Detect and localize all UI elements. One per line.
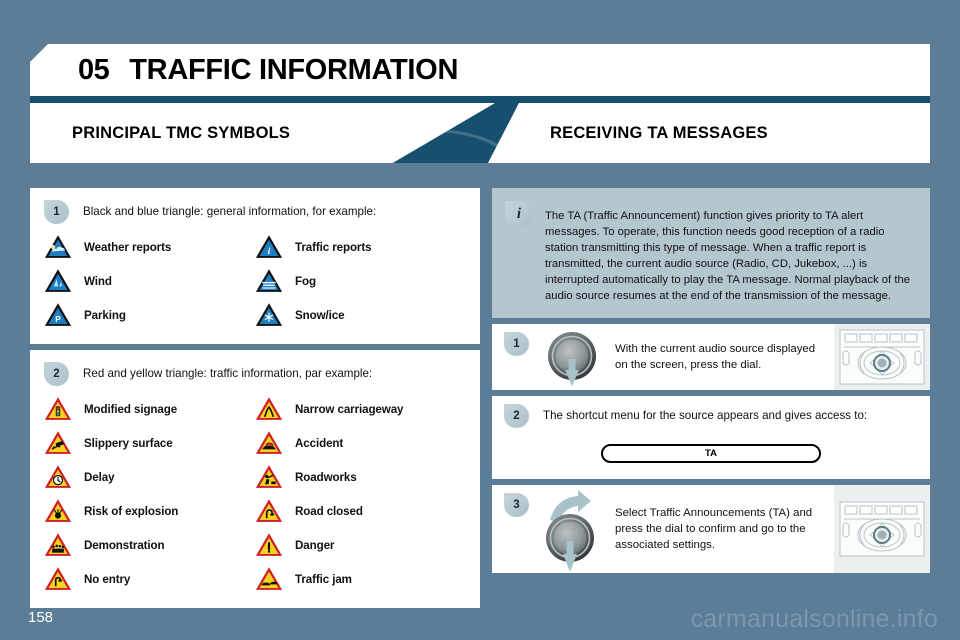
blue-group-lead-text: Black and blue triangle: general informa… (83, 205, 377, 218)
step-3-text: Select Traffic Announcements (TA) and pr… (615, 506, 813, 552)
ta-menu-button[interactable]: TA (601, 444, 821, 464)
left-section-heading: PRINCIPAL TMC SYMBOLS (72, 123, 291, 142)
red-triangle-jam-icon (255, 566, 283, 592)
red-triangle-demonstration-icon (44, 532, 72, 558)
red-triangle-explosion-icon (44, 498, 72, 524)
symbol-label: Snow/ice (295, 308, 345, 322)
left-column: 1 Black and blue triangle: general infor… (30, 188, 480, 614)
page-number: 158 (28, 609, 54, 626)
section-title-bar: PRINCIPAL TMC SYMBOLS RECEIVING TA MESSA… (30, 103, 930, 163)
symbol-label: Fog (295, 274, 316, 288)
dial-press-icon (529, 324, 615, 390)
symbol-item: Traffic jam (255, 564, 466, 594)
step-1-card: 1 With the current audio source displaye… (492, 324, 930, 391)
page-header: 05 TRAFFIC INFORMATION (30, 44, 930, 96)
step-2-card: 2 The shortcut menu for the source appea… (492, 396, 930, 480)
symbol-item: Danger (255, 530, 466, 560)
symbol-label: Traffic jam (295, 572, 352, 586)
info-icon: i (505, 201, 533, 228)
symbol-item: Snow/ice (255, 300, 466, 330)
blue-symbol-grid: Weather reports i Traffic reports Wind Fog P P… (30, 228, 480, 344)
symbol-item: Risk of explosion (44, 496, 255, 526)
symbol-label: Modified signage (84, 402, 178, 416)
step-3-badge-wrap: 3 (492, 485, 529, 573)
symbol-item: Roadworks (255, 462, 466, 492)
blue-symbols-card: 1 Black and blue triangle: general infor… (30, 188, 480, 344)
symbol-item: Weather reports (44, 232, 255, 262)
dial-turn-press-icon (529, 485, 615, 573)
symbol-label: Traffic reports (295, 240, 372, 254)
symbol-item: No entry (44, 564, 255, 594)
ta-note-card: i The TA (Traffic Announcement) function… (492, 188, 930, 319)
symbol-item: Narrow carriageway (255, 394, 466, 424)
radio-control-panel-icon (834, 324, 930, 391)
symbol-item: i Traffic reports (255, 232, 466, 262)
symbol-item: Modified signage (44, 394, 255, 424)
step-2-text: The shortcut menu for the source appears… (543, 409, 868, 423)
right-column: i The TA (Traffic Announcement) function… (492, 188, 930, 579)
symbol-label: Slippery surface (84, 436, 173, 450)
symbol-label: Delay (84, 470, 115, 484)
symbol-item: Road closed (255, 496, 466, 526)
symbol-label: Danger (295, 538, 335, 552)
symbol-item: Accident (255, 428, 466, 458)
red-triangle-narrow-icon (255, 396, 283, 422)
svg-text:i: i (268, 246, 271, 257)
red-group-lead-text: Red and yellow triangle: traffic informa… (83, 367, 373, 380)
step-badge-1: 1 (504, 332, 529, 357)
symbol-item: Wind (44, 266, 255, 296)
step-badge-1: 1 (44, 200, 69, 224)
step-1-badge-wrap: 1 (492, 324, 529, 390)
red-triangle-danger-icon (255, 532, 283, 558)
symbol-item: P Parking (44, 300, 255, 330)
red-triangle-roadworks-icon (255, 464, 283, 490)
blue-triangle-info-icon: i (255, 234, 283, 260)
step-badge-2: 2 (44, 362, 69, 386)
blue-triangle-wind-icon (44, 268, 72, 294)
step-1-text: With the current audio source displayed … (615, 343, 816, 372)
red-triangle-accident-icon (255, 430, 283, 456)
symbol-item: Delay (44, 462, 255, 492)
red-symbol-grid: Modified signage Narrow carriageway Slippe… (30, 390, 480, 608)
page-title: TRAFFIC INFORMATION (129, 53, 459, 86)
symbol-label: Parking (84, 308, 126, 322)
symbol-label: Risk of explosion (84, 504, 179, 518)
red-triangle-closed-icon (255, 498, 283, 524)
blue-triangle-fog-icon (255, 268, 283, 294)
chapter-number: 05 (78, 53, 110, 86)
symbol-item: Fog (255, 266, 466, 296)
right-section-heading: RECEIVING TA MESSAGES (550, 123, 768, 142)
red-group-lead: 2 Red and yellow triangle: traffic infor… (30, 350, 480, 390)
blue-triangle-snow-icon (255, 302, 283, 328)
red-triangle-slippery-icon (44, 430, 72, 456)
symbol-label: Wind (84, 274, 112, 288)
symbol-label: Narrow carriageway (295, 402, 404, 416)
red-symbols-card: 2 Red and yellow triangle: traffic infor… (30, 350, 480, 608)
blue-triangle-weather-icon (44, 234, 72, 260)
red-triangle-delay-icon (44, 464, 72, 490)
symbol-label: Accident (295, 436, 344, 450)
step-badge-2: 2 (504, 404, 529, 429)
svg-text:P: P (55, 315, 61, 324)
right-section-title-panel: RECEIVING TA MESSAGES (488, 103, 930, 163)
symbol-item: Demonstration (44, 530, 255, 560)
symbol-label: Demonstration (84, 538, 165, 552)
header-divider (30, 96, 930, 103)
watermark: carmanualsonline.info (690, 605, 938, 633)
ta-note-text: The TA (Traffic Announcement) function g… (545, 210, 911, 303)
red-triangle-no-entry-icon (44, 566, 72, 592)
step-badge-3: 3 (504, 493, 529, 518)
symbol-label: Roadworks (295, 470, 357, 484)
symbol-label: Road closed (295, 504, 363, 518)
blue-triangle-parking-icon: P (44, 302, 72, 328)
blue-group-lead: 1 Black and blue triangle: general infor… (30, 188, 480, 228)
symbol-label: No entry (84, 572, 131, 586)
step-3-card: 3 Select Traffic Announcements (TA) and … (492, 485, 930, 574)
red-triangle-signage-icon (44, 396, 72, 422)
symbol-label: Weather reports (84, 240, 172, 254)
radio-control-panel-icon (834, 485, 930, 574)
symbol-item: Slippery surface (44, 428, 255, 458)
